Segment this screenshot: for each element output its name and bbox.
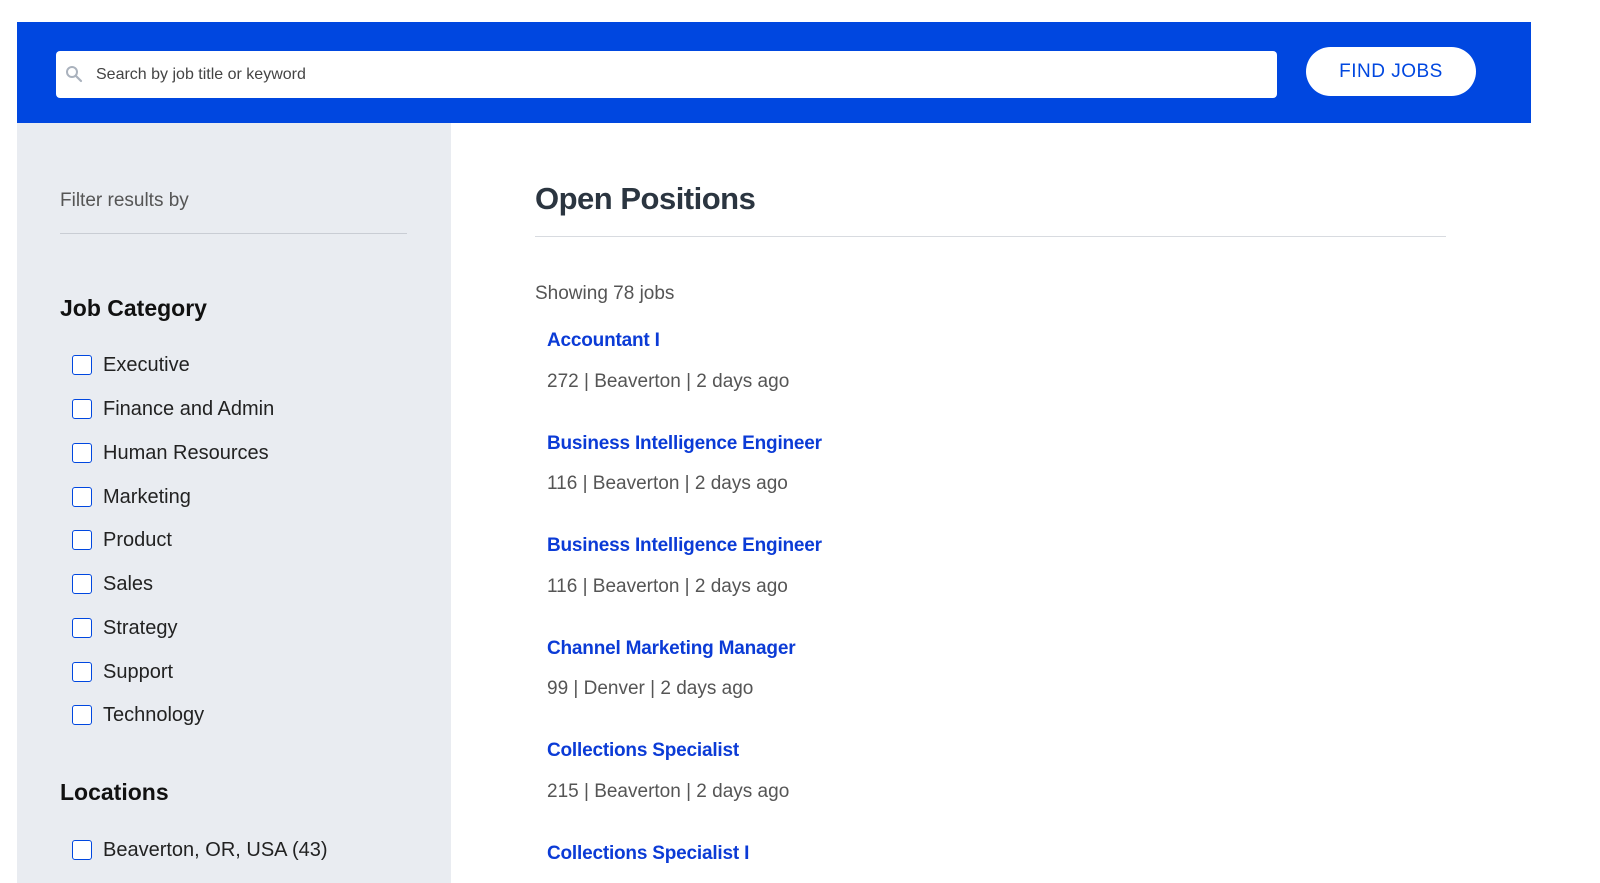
job-meta: 272 | Beaverton | 2 days ago [547, 371, 790, 392]
filter-sidebar: Filter results by Job Category Executive… [17, 123, 451, 883]
locations-heading: Locations [60, 779, 169, 805]
category-option-executive[interactable]: Executive [72, 352, 190, 378]
filter-title: Filter results by [60, 190, 189, 211]
location-option-beaverton[interactable]: Beaverton, OR, USA (43) [72, 837, 328, 863]
category-option-product[interactable]: Product [72, 527, 172, 553]
category-option-technology[interactable]: Technology [72, 702, 204, 728]
checkbox-label: Sales [103, 572, 154, 595]
checkbox[interactable] [72, 618, 92, 638]
job-title-link[interactable]: Business Intelligence Engineer [547, 433, 822, 455]
checkbox-label: Executive [103, 353, 190, 376]
checkbox-label: Strategy [103, 616, 178, 639]
job-category-heading: Job Category [60, 295, 207, 321]
job-title-link[interactable]: Channel Marketing Manager [547, 638, 796, 660]
checkbox[interactable] [72, 487, 92, 507]
search-icon [66, 66, 83, 83]
checkbox-label: Marketing [103, 485, 191, 508]
job-title-link[interactable]: Collections Specialist I [547, 843, 749, 865]
category-option-marketing[interactable]: Marketing [72, 484, 191, 510]
job-title-link[interactable]: Collections Specialist [547, 740, 739, 762]
job-meta: 116 | Beaverton | 2 days ago [547, 473, 788, 494]
title-divider [535, 236, 1446, 237]
checkbox[interactable] [72, 443, 92, 463]
checkbox-label: Human Resources [103, 441, 269, 464]
category-option-strategy[interactable]: Strategy [72, 615, 177, 641]
job-meta: 215 | Beaverton | 2 days ago [547, 781, 790, 802]
job-results: Open Positions Showing 78 jobs Accountan… [451, 123, 1531, 883]
checkbox-label: Beaverton, OR, USA (43) [103, 838, 328, 861]
search-box[interactable] [56, 51, 1277, 98]
job-title-link[interactable]: Accountant I [547, 330, 660, 352]
job-meta: 116 | Beaverton | 2 days ago [547, 576, 788, 597]
results-count: Showing 78 jobs [535, 283, 675, 304]
checkbox-label: Finance and Admin [103, 397, 275, 420]
category-option-finance-and-admin[interactable]: Finance and Admin [72, 396, 274, 422]
checkbox[interactable] [72, 662, 92, 682]
checkbox[interactable] [72, 530, 92, 550]
category-option-sales[interactable]: Sales [72, 571, 153, 597]
filter-divider [60, 233, 407, 234]
checkbox-label: Support [103, 660, 174, 683]
category-option-support[interactable]: Support [72, 659, 173, 685]
checkbox-label: Technology [103, 703, 205, 726]
checkbox[interactable] [72, 399, 92, 419]
category-option-human-resources[interactable]: Human Resources [72, 440, 269, 466]
search-header: FIND JOBS [17, 22, 1531, 123]
find-jobs-button[interactable]: FIND JOBS [1306, 47, 1476, 96]
job-meta: 99 | Denver | 2 days ago [547, 678, 754, 699]
search-input[interactable] [96, 51, 1266, 98]
page-title: Open Positions [535, 181, 756, 216]
checkbox[interactable] [72, 840, 92, 860]
page-frame: FIND JOBS Filter results by Job Category… [17, 22, 1531, 883]
checkbox[interactable] [72, 574, 92, 594]
checkbox-label: Product [103, 528, 172, 551]
checkbox[interactable] [72, 355, 92, 375]
checkbox[interactable] [72, 705, 92, 725]
job-title-link[interactable]: Business Intelligence Engineer [547, 535, 822, 557]
